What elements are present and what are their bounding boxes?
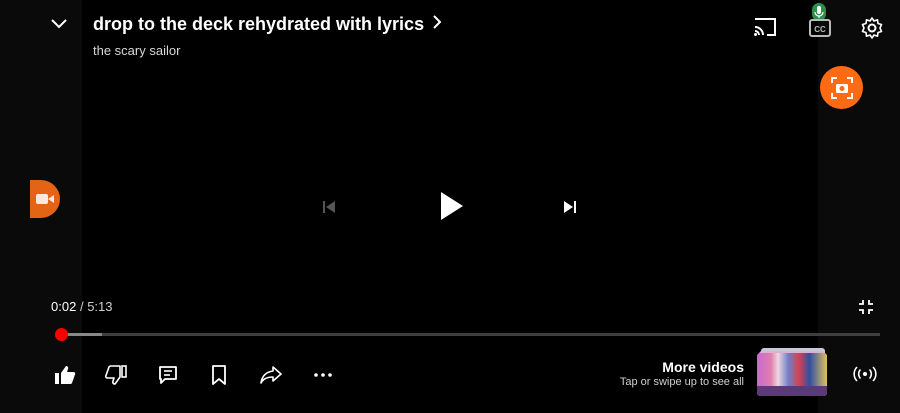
more-videos-thumbnail[interactable]	[757, 348, 827, 396]
video-title: drop to the deck rehydrated with lyrics	[93, 14, 425, 34]
skip-next-icon[interactable]	[557, 195, 583, 219]
share-icon[interactable]	[257, 362, 285, 388]
play-icon[interactable]	[432, 186, 472, 226]
time-separator: /	[79, 299, 84, 314]
seek-bar[interactable]	[57, 333, 880, 336]
screenshot-camera-icon[interactable]	[820, 66, 863, 109]
cast-icon[interactable]	[751, 15, 779, 39]
thumbs-up-icon[interactable]	[52, 362, 78, 388]
cc-icon[interactable]: CC	[808, 18, 832, 38]
current-time: 0:02	[51, 299, 77, 314]
more-videos-title[interactable]: More videos	[620, 359, 744, 375]
more-horizontal-icon[interactable]	[310, 362, 336, 388]
thumbnail-front	[757, 353, 827, 396]
channel-name[interactable]: the scary sailor	[93, 43, 180, 58]
chevron-down-icon[interactable]	[45, 12, 73, 36]
time-display: 0:02 / 5:13	[51, 299, 113, 314]
thumbs-down-icon[interactable]	[103, 362, 129, 388]
gear-icon[interactable]	[858, 14, 886, 42]
broadcast-icon[interactable]	[851, 361, 879, 387]
total-time: 5:13	[87, 299, 113, 314]
right-bezel	[818, 0, 900, 413]
svg-text:CC: CC	[814, 25, 826, 34]
video-title-link[interactable]: drop to the deck rehydrated with lyrics	[93, 14, 442, 35]
fullscreen-exit-icon[interactable]	[854, 295, 878, 319]
more-videos-subtitle: Tap or swipe up to see all	[619, 376, 744, 388]
chevron-right-icon	[432, 14, 442, 35]
skip-previous-icon[interactable]	[316, 195, 342, 219]
comment-icon[interactable]	[155, 362, 181, 388]
bookmark-icon[interactable]	[206, 362, 232, 388]
